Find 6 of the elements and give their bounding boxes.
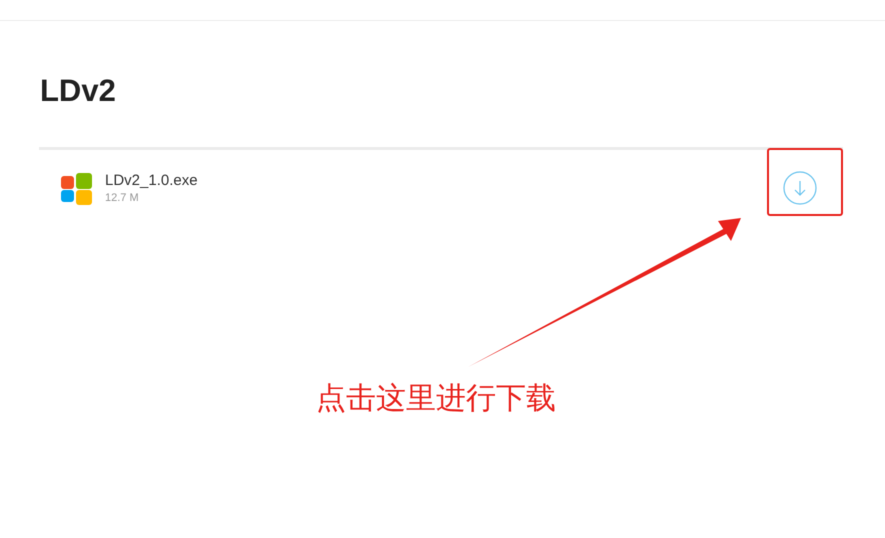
page-title: LDv2 bbox=[40, 73, 117, 109]
windows-logo-icon bbox=[60, 172, 93, 204]
file-size: 12.7 M bbox=[105, 190, 140, 204]
download-button[interactable] bbox=[783, 171, 817, 205]
file-name: LDv2_1.0.exe bbox=[105, 172, 198, 190]
annotation-text: 点击这里进行下载 bbox=[316, 381, 556, 417]
